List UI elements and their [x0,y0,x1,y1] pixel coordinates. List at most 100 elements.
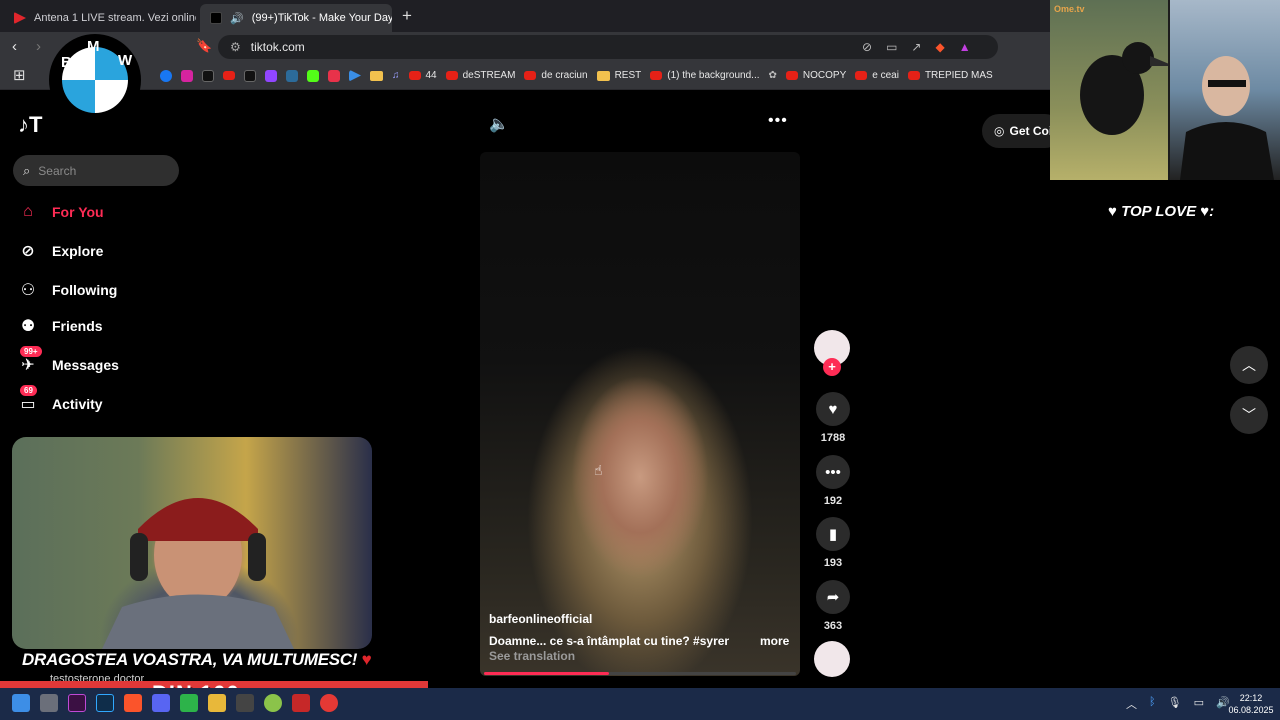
bookmark-facebook[interactable] [160,69,172,82]
nav-messages[interactable]: ✈ 99+ Messages [18,346,119,375]
next-video-button[interactable]: ﹀ [1230,396,1268,434]
creator-avatar[interactable]: + [814,330,850,376]
like-count: 1788 [820,432,846,444]
bookmark-item[interactable]: REST [596,70,641,81]
bmw-letter-m: M [87,38,100,55]
bookmark-youtube[interactable] [223,71,235,80]
new-tab-button[interactable]: + [402,6,412,26]
bookmark-item[interactable]: TREPIED MAS [907,70,993,81]
bookmark-instagram[interactable] [181,69,193,82]
save-action[interactable]: ▮ 193 [814,517,852,569]
tab-label: Antena 1 LIVE stream. Vezi online pe [34,12,196,24]
app-green-icon[interactable] [180,694,198,712]
bookmark-tiktok[interactable] [202,69,214,82]
tiktok-icon [244,69,256,82]
search-input[interactable] [38,163,159,178]
speaker-icon: 🔊 [230,12,244,25]
search-bar[interactable]: ⌕ [13,155,179,186]
photoshop-icon[interactable] [96,694,114,712]
bookmark-item[interactable]: deSTREAM [445,70,515,81]
video-progress-bar[interactable] [484,672,796,675]
share-icon[interactable]: ↗ [911,40,921,54]
bookmark-twitch[interactable] [265,69,277,82]
nav-label: Friends [52,318,103,334]
install-icon[interactable]: ▭ [886,40,897,54]
folder-taskbar-icon[interactable] [208,694,226,712]
like-action[interactable]: ♥ 1788 [814,392,852,444]
tab-tiktok[interactable]: 🔊 (99+)TikTok - Make Your Day ✕ [200,4,392,32]
windows-taskbar: ︿ ᛒ 🎙 ▭ 🔊 22:12 06.08.2025 [0,688,1280,720]
nav-explore[interactable]: ⊘ Explore [18,241,103,261]
bookmark-item[interactable]: 44 [408,70,437,81]
nav-activity[interactable]: ▭ 69 Activity [18,385,103,414]
file-explorer-icon[interactable] [40,694,58,712]
chevron-up-icon: ︿ [1242,357,1256,373]
bookmark-item[interactable]: e ceai [855,70,899,81]
comment-action[interactable]: ••• 192 [814,455,852,507]
bluetooth-icon[interactable]: ᛒ [1149,696,1156,712]
system-tray: ︿ ᛒ 🎙 ▭ 🔊 [1126,696,1230,712]
brave-rewards-icon[interactable]: ▲ [959,40,971,54]
extension-icon: ✿ [768,70,777,81]
obs-icon[interactable] [236,694,254,712]
nav-label: Explore [52,243,104,259]
bookmark-item[interactable]: de craciun [524,70,588,81]
folder-icon [370,70,383,81]
more-options-icon[interactable]: ••• [768,112,788,130]
bookmark-save-icon[interactable]: ▮ [816,517,850,551]
bookmark-fl[interactable] [286,69,298,82]
bookmark-kick[interactable] [307,69,319,82]
premiere-icon[interactable] [68,694,86,712]
bookmark-item[interactable]: NOCOPY [785,70,846,81]
tiktok-logo[interactable]: ♪T [18,112,42,138]
windows-start-icon[interactable] [12,694,30,712]
bookmark-icon[interactable]: 🔖 [196,38,212,54]
comment-icon[interactable]: ••• [816,455,850,489]
network-icon[interactable]: ▭ [1194,696,1204,712]
share-arrow-icon[interactable]: ➦ [816,580,850,614]
caption-more-button[interactable]: more [760,634,789,648]
bookmark-folder[interactable] [370,70,383,81]
volume-icon[interactable]: 🔈 [489,114,509,134]
video-progress-fill [484,672,609,675]
taskbar-apps [12,694,338,712]
nav-friends[interactable]: ⚉ Friends [18,316,103,336]
see-translation-link[interactable]: See translation [489,649,575,663]
nav-following[interactable]: ⚇ Following [18,280,118,300]
share-action[interactable]: ➦ 363 [814,580,852,632]
bookmark-ext[interactable]: ✿ [769,70,777,81]
app-round-icon[interactable] [264,694,282,712]
apps-grid-icon[interactable]: ⊞ [13,66,26,84]
music-disc-avatar[interactable] [814,641,850,677]
tray-expand-icon[interactable]: ︿ [1126,696,1137,712]
site-settings-icon[interactable]: ⚙ [230,40,241,54]
kick-icon [307,69,319,82]
app-record-icon[interactable] [320,694,338,712]
streamer-webcam [12,437,372,649]
nav-for-you[interactable]: ⌂ For You [18,202,103,222]
video-author[interactable]: barfeonlineofficial [489,612,592,626]
heart-icon[interactable]: ♥ [816,392,850,426]
youtube-icon [907,71,920,80]
bookmark-music[interactable]: ♫ [392,70,400,81]
bookmark-play[interactable] [349,69,361,82]
system-clock[interactable]: 22:12 06.08.2025 [1226,692,1276,716]
app-red-icon[interactable] [292,694,310,712]
bookmark-label: TREPIED MAS [924,70,993,81]
previous-video-button[interactable]: ︿ [1230,346,1268,384]
mic-icon[interactable]: 🎙 [1168,696,1182,712]
tab-antena1[interactable]: Antena 1 LIVE stream. Vezi online pe [4,4,196,32]
get-coins-label: Get Coi [1009,124,1053,138]
discord-icon[interactable] [152,694,170,712]
brave-icon[interactable] [124,694,142,712]
nav-label: Messages [52,357,119,373]
brave-shield-icon[interactable]: ◆ [935,40,944,54]
video-player[interactable] [480,152,800,676]
bookmark-item[interactable]: (1) the background... [650,70,760,81]
cast-off-icon[interactable]: ⊘ [862,40,872,54]
video-caption: Doamne... ce s-a întâmplat cu tine? #syr… [489,634,729,648]
bookmark-app[interactable] [328,69,340,82]
follow-button[interactable]: + [823,358,841,376]
back-button[interactable]: ‹ [12,38,17,55]
bookmark-tiktok-2[interactable] [244,69,256,82]
